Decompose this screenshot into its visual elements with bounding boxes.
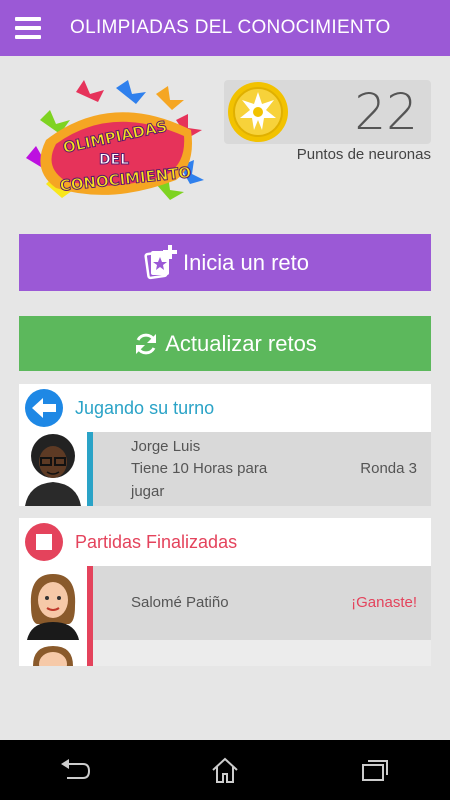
- result-label: ¡Ganaste!: [351, 594, 417, 611]
- recents-nav-button[interactable]: [345, 740, 405, 800]
- home-nav-button[interactable]: [195, 740, 255, 800]
- app-bar: OLIMPIADAS DEL CONOCIMIENTO: [0, 0, 450, 56]
- opponent-name: Salomé Patiño: [131, 594, 229, 611]
- time-left: Tiene 10 Horas para jugar: [131, 460, 268, 500]
- arrow-left-icon: [25, 389, 63, 427]
- playing-turn-section: Jugando su turno Jorge Luis Tiene 10 Hor…: [19, 384, 431, 506]
- refresh-challenges-button[interactable]: Actualizar retos: [19, 316, 431, 371]
- status-stripe: [87, 640, 93, 666]
- add-card-icon: [144, 244, 178, 279]
- recents-icon: [362, 760, 388, 781]
- back-icon: [61, 759, 91, 779]
- score-label: Puntos de neuronas: [296, 146, 431, 163]
- finished-games-header: Partidas Finalizadas: [19, 518, 431, 566]
- score-value: 22: [354, 83, 418, 141]
- playing-turn-header: Jugando su turno: [19, 384, 431, 432]
- back-nav-button[interactable]: [45, 740, 105, 800]
- playing-turn-title: Jugando su turno: [75, 397, 215, 418]
- app-title: OLIMPIADAS DEL CONOCIMIENTO: [70, 17, 391, 38]
- game-row[interactable]: Jorge Luis Tiene 10 Horas para jugar Ron…: [19, 432, 431, 506]
- refresh-icon: [136, 333, 157, 354]
- svg-text:DEL: DEL: [99, 152, 129, 168]
- system-nav-bar: [0, 740, 450, 800]
- status-stripe: [87, 432, 93, 506]
- olympiads-logo: OLIMPIADAS DEL CONOCIMIENTO: [26, 80, 204, 200]
- status-stripe: [87, 566, 93, 640]
- refresh-label: Actualizar retos: [165, 330, 317, 356]
- home-icon: [212, 757, 238, 783]
- start-challenge-label: Inicia un reto: [183, 249, 309, 275]
- avatar: [19, 432, 87, 506]
- avatar: [19, 566, 87, 640]
- neuron-coin-icon: [228, 82, 288, 142]
- menu-icon[interactable]: [0, 0, 56, 56]
- game-row[interactable]: [19, 640, 431, 676]
- finished-games-section: Partidas Finalizadas Salomé Patiño ¡Gana…: [19, 518, 431, 676]
- finished-games-title: Partidas Finalizadas: [75, 531, 238, 552]
- round-label: Ronda 3: [360, 460, 417, 477]
- opponent-name: Jorge Luis: [131, 438, 201, 455]
- start-challenge-button[interactable]: Inicia un reto: [19, 234, 431, 291]
- avatar: [19, 640, 87, 676]
- game-row[interactable]: Salomé Patiño ¡Ganaste!: [19, 566, 431, 640]
- stop-icon: [25, 523, 63, 561]
